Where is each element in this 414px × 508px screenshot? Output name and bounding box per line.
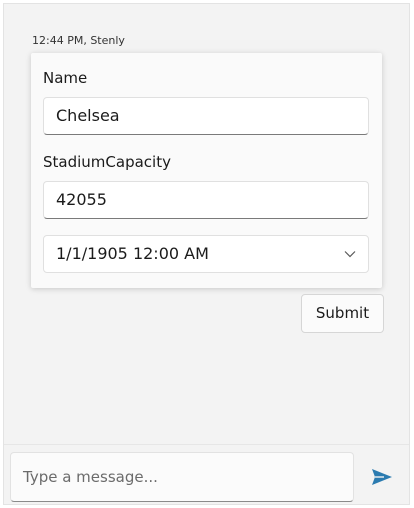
chat-window: 12:44 PM, Stenly Name Chelsea StadiumCap…: [3, 3, 410, 505]
name-label: Name: [43, 69, 88, 87]
composer-divider: [4, 444, 409, 445]
message-meta: 12:44 PM, Stenly: [32, 34, 125, 47]
name-input[interactable]: Chelsea: [43, 97, 369, 135]
send-icon[interactable]: [371, 467, 393, 487]
stadium-capacity-input[interactable]: 42055: [43, 181, 369, 219]
date-picker[interactable]: 1/1/1905 12:00 AM: [43, 235, 369, 273]
message-input[interactable]: Type a message...: [10, 452, 354, 502]
adaptive-card-form: Name Chelsea StadiumCapacity 42055 1/1/1…: [31, 53, 382, 288]
date-value: 1/1/1905 12:00 AM: [56, 244, 209, 263]
submit-button[interactable]: Submit: [301, 294, 384, 333]
chevron-down-icon: [344, 251, 356, 258]
stadium-capacity-label: StadiumCapacity: [43, 153, 171, 171]
